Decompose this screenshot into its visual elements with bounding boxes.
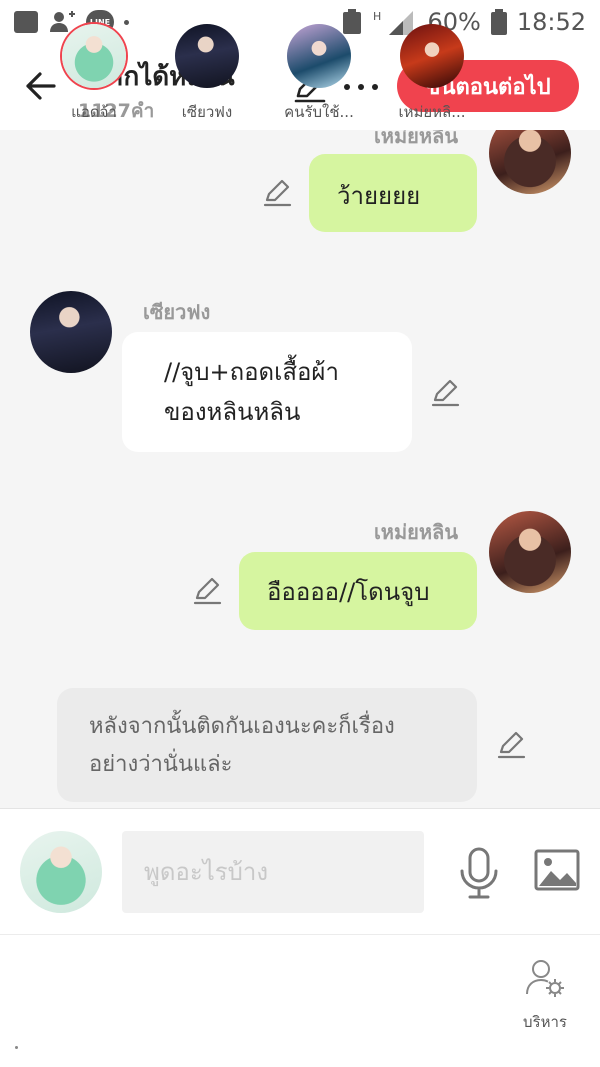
sender-name: เหม่ยหลิน <box>373 520 458 544</box>
character-item[interactable]: คนรับใช้... <box>274 24 364 124</box>
clock: 18:52 <box>516 8 586 36</box>
message-line: ของหลินหลิน <box>164 398 301 426</box>
message-line: //จูบ+ถอดเสื้อผ้า <box>164 358 339 386</box>
manage-label: บริหาร <box>523 1013 567 1031</box>
image-icon[interactable] <box>534 849 580 891</box>
narration-line: อย่างว่านั่นแล่ะ <box>89 752 233 777</box>
narration-line: หลังจากนั้นติดกันเองนะคะก็เรื่อง <box>89 714 395 739</box>
input-bar <box>0 808 600 934</box>
edit-message-icon[interactable] <box>430 378 460 408</box>
avatar <box>400 24 464 88</box>
edit-message-icon[interactable] <box>192 576 222 606</box>
battery-icon <box>490 9 507 35</box>
message-bubble[interactable]: ว้ายยยย <box>309 154 477 232</box>
sender-name: เซียวฟง <box>143 300 211 324</box>
manage-characters-icon <box>526 960 564 997</box>
character-item[interactable]: แอดจ้า <box>49 24 139 124</box>
edit-message-icon[interactable] <box>262 178 292 208</box>
gallery-icon <box>14 11 38 33</box>
message-input[interactable] <box>122 831 424 913</box>
avatar <box>30 291 112 373</box>
manage-button[interactable]: บริหาร <box>510 958 580 1034</box>
narration-bubble[interactable]: หลังจากนั้นติดกันเองนะคะก็เรื่อง อย่างว่… <box>57 688 477 802</box>
character-label: เซียวฟง <box>181 103 233 121</box>
character-label: แอดจ้า <box>71 103 117 121</box>
message-bubble[interactable]: //จูบ+ถอดเสื้อผ้า ของหลินหลิน <box>122 332 412 452</box>
message-bubble[interactable]: อืออออ//โดนจูบ <box>239 552 477 630</box>
edit-message-icon[interactable] <box>496 730 526 760</box>
current-character-avatar[interactable] <box>20 831 102 913</box>
character-label: คนรับใช้... <box>284 103 354 121</box>
chat-area[interactable]: เหม่ยหลิน ว้ายยยย เซียวฟง //จูบ+ถอดเสื้อ… <box>0 130 600 808</box>
microphone-icon[interactable] <box>458 847 500 899</box>
character-label: เหม่ยหลิ... <box>398 103 466 121</box>
sender-name: เหม่ยหลิน <box>373 130 458 148</box>
character-item[interactable]: เหม่ยหลิ... <box>387 24 477 124</box>
avatar <box>175 24 239 88</box>
avatar <box>287 24 351 88</box>
indicator-dot <box>15 1046 18 1049</box>
character-item[interactable]: เซียวฟง <box>162 24 252 124</box>
avatar <box>489 130 571 194</box>
avatar <box>489 511 571 593</box>
avatar <box>62 24 126 88</box>
svg-text:H: H <box>373 10 381 23</box>
